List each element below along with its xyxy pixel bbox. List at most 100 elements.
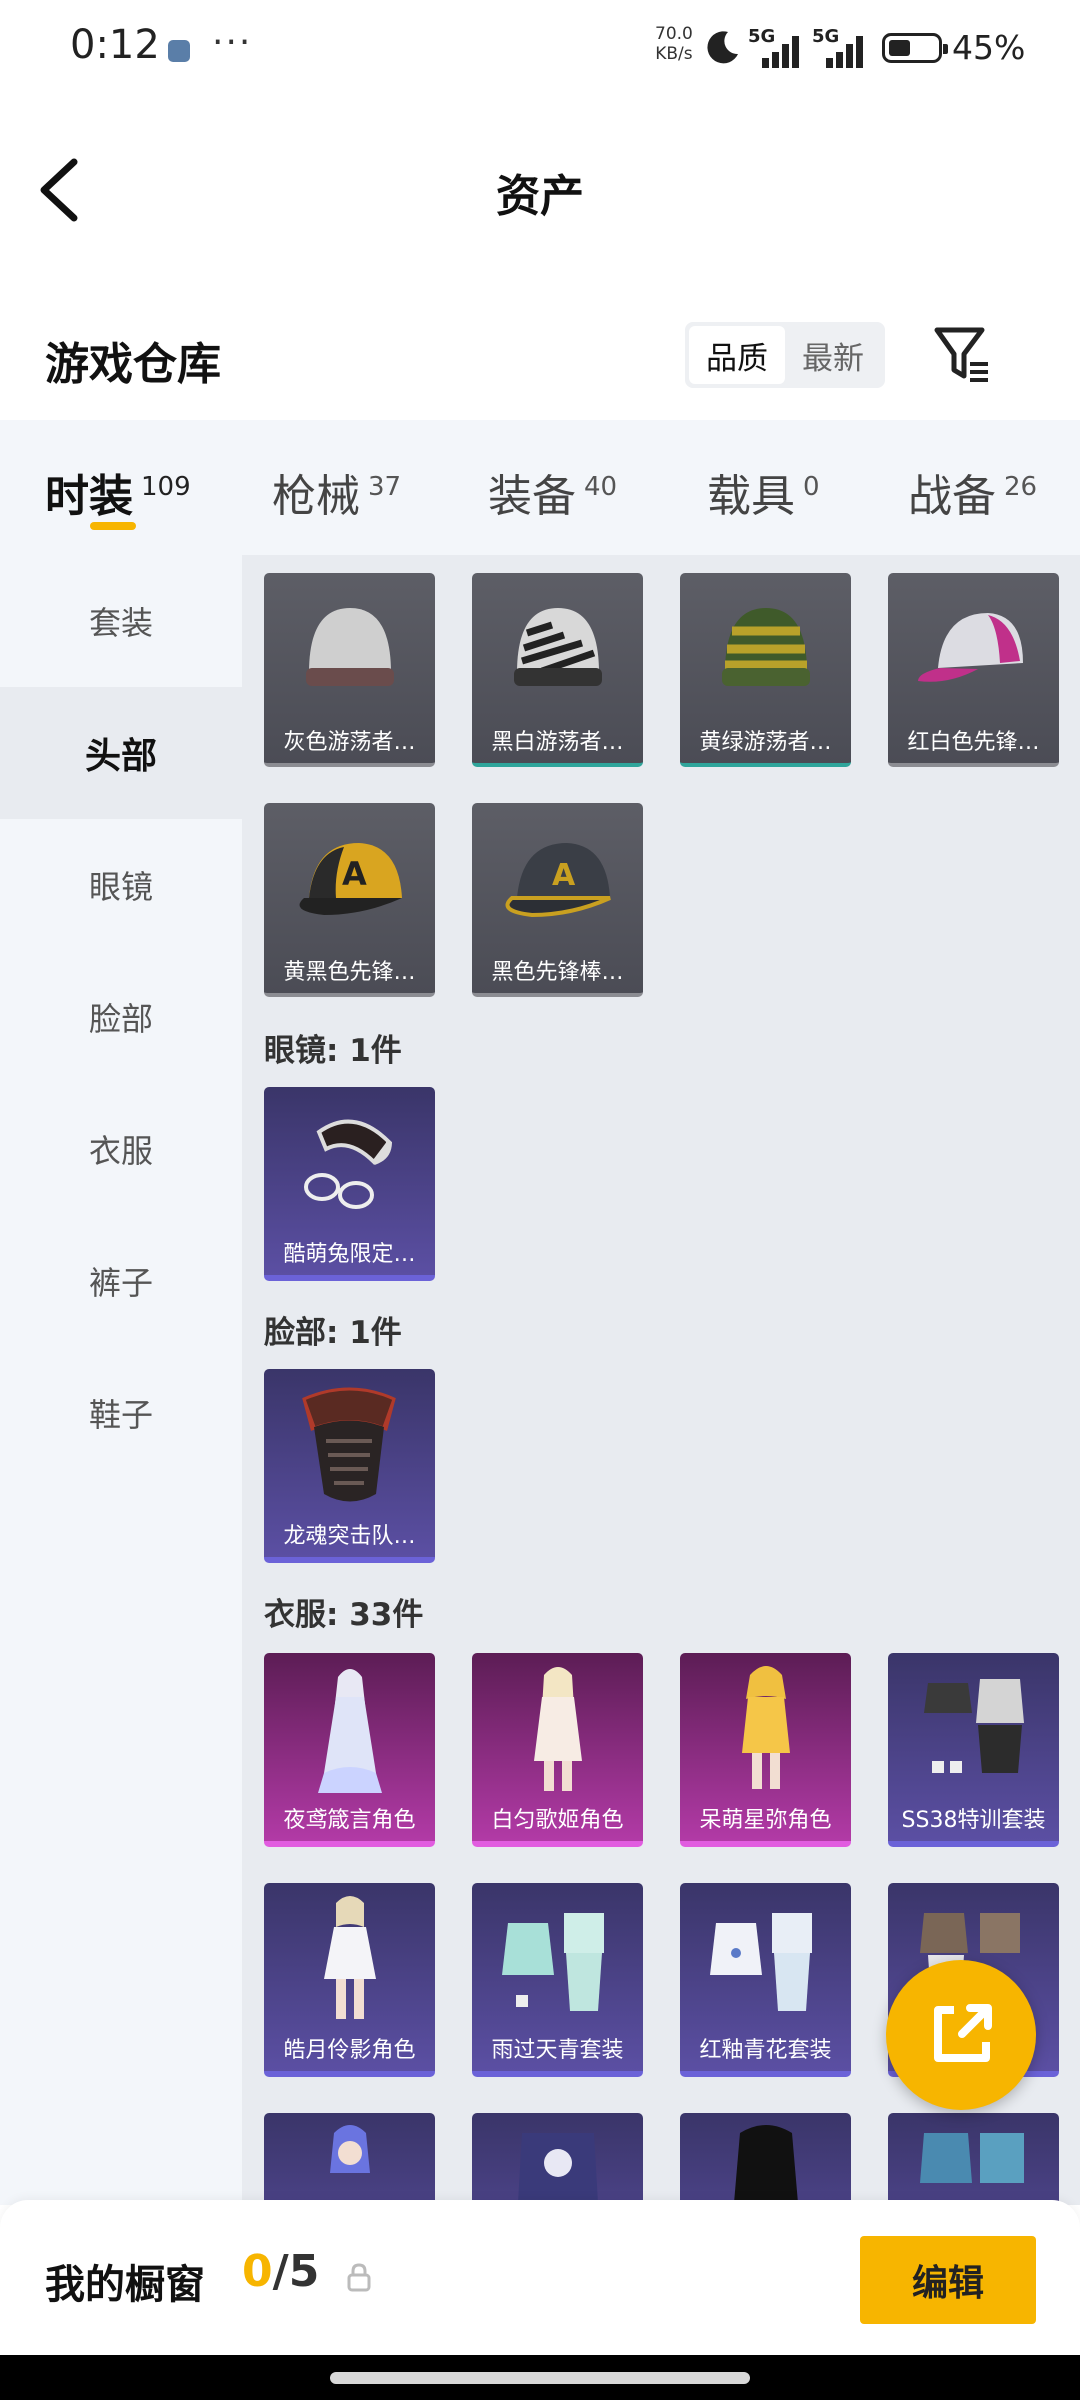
item-card[interactable]: 灰色游荡者…	[264, 573, 435, 767]
sort-by-quality[interactable]: 品质	[689, 326, 785, 384]
tab-fashion[interactable]: 时装 109	[45, 460, 191, 524]
outfit-icon	[734, 2125, 798, 2203]
item-name: 雨过天青套装	[491, 2038, 624, 2063]
svg-text:A: A	[552, 858, 576, 893]
more-notifications-icon: ···	[212, 22, 253, 63]
edit-button[interactable]: 编辑	[860, 2236, 1036, 2324]
character-icon	[742, 1666, 790, 1789]
item-card[interactable]: 红釉青花套装	[680, 1883, 851, 2077]
tab-vehicles[interactable]: 载具 0	[707, 460, 820, 524]
item-name: 灰色游荡者…	[283, 730, 416, 755]
section-title-glasses: 眼镜: 1件	[264, 1033, 402, 1069]
item-name: 红釉青花套装	[699, 2038, 832, 2063]
tab-count: 37	[368, 472, 402, 503]
network-speed-value: 70.0	[655, 24, 693, 44]
item-card[interactable]: 酷萌兔限定…	[264, 1087, 435, 1281]
svg-text:A: A	[342, 855, 367, 893]
warehouse-title: 游戏仓库	[45, 339, 221, 390]
item-card[interactable]: 白匀歌姬角色	[472, 1653, 643, 1847]
goggles-icon	[304, 1119, 392, 1209]
home-gesture-handle[interactable]	[330, 2372, 750, 2384]
sort-by-newest[interactable]: 最新	[785, 326, 881, 384]
sidebar-item-face[interactable]: 脸部	[0, 951, 242, 1083]
sidebar-item-clothes[interactable]: 衣服	[0, 1083, 242, 1215]
tab-label: 载具	[707, 471, 795, 522]
cap-icon: A	[299, 843, 402, 915]
item-card[interactable]: 皓月伶影角色	[264, 1883, 435, 2077]
outfit-icon	[710, 1913, 812, 2011]
item-card[interactable]: SS38特训套装	[888, 1653, 1059, 1847]
item-card[interactable]: 红白色先锋…	[888, 573, 1059, 767]
tab-supplies[interactable]: 战备 26	[908, 460, 1037, 524]
item-name: 皓月伶影角色	[283, 2038, 416, 2063]
beanie-icon	[514, 608, 602, 686]
item-name: 黄绿游荡者…	[699, 730, 832, 755]
item-card[interactable]: 龙魂突击队…	[264, 1369, 435, 1563]
page-title: 资产	[496, 171, 584, 222]
lock-icon	[347, 2263, 371, 2292]
filter-button[interactable]	[932, 322, 994, 388]
battery-percent: 45%	[952, 28, 1026, 67]
outfit-icon	[924, 1679, 1024, 1773]
sidebar-item-shoes[interactable]: 鞋子	[0, 1347, 242, 1479]
sidebar: 套装 头部 眼镜 脸部 衣服 裤子 鞋子	[0, 555, 242, 2205]
item-card[interactable]	[472, 2113, 643, 2205]
item-card[interactable]: A 黑色先锋棒…	[472, 803, 643, 997]
showcase-bar: 我的橱窗 0/5 编辑	[0, 2200, 1080, 2355]
sidebar-item-suits[interactable]: 套装	[0, 555, 242, 687]
tab-count: 40	[584, 472, 618, 503]
cap-icon: A	[505, 843, 611, 918]
sort-toggle: 品质 最新	[685, 322, 885, 388]
character-icon	[324, 1896, 376, 2019]
item-name: 白匀歌姬角色	[491, 1808, 624, 1833]
item-card[interactable]: 黄绿游荡者…	[680, 573, 851, 767]
sidebar-item-pants[interactable]: 裤子	[0, 1215, 242, 1347]
signal-icon: 5G	[748, 26, 806, 68]
tab-guns[interactable]: 枪械 37	[272, 460, 401, 524]
section-title-clothes: 衣服: 33件	[264, 1597, 424, 1633]
character-icon	[330, 2125, 370, 2173]
item-card[interactable]	[680, 2113, 851, 2205]
beanie-icon	[306, 608, 394, 686]
tab-equipment[interactable]: 装备 40	[488, 460, 617, 524]
item-name: 黄黑色先锋…	[283, 960, 416, 985]
item-name: 黑白游荡者…	[491, 730, 624, 755]
tiktok-notification-icon	[168, 40, 190, 62]
showcase-title: 我的橱窗	[45, 2262, 205, 2308]
item-name: 黑色先锋棒…	[491, 960, 624, 985]
signal-icon: 5G	[812, 26, 870, 68]
tab-label: 枪械	[272, 471, 360, 522]
active-tab-indicator	[90, 522, 136, 530]
item-card[interactable]: A 黄黑色先锋…	[264, 803, 435, 997]
filter-icon	[934, 327, 988, 382]
item-card[interactable]	[888, 2113, 1059, 2205]
item-card[interactable]	[264, 2113, 435, 2205]
tab-label: 战备	[908, 471, 996, 522]
tab-label: 时装	[45, 471, 133, 522]
character-icon	[318, 1669, 382, 1793]
tab-count: 109	[141, 472, 191, 503]
share-icon	[934, 2004, 992, 2062]
status-time: 0:12	[70, 22, 160, 68]
item-card[interactable]: 雨过天青套装	[472, 1883, 643, 2077]
cap-icon	[918, 613, 1023, 682]
item-card[interactable]: 呆萌星弥角色	[680, 1653, 851, 1847]
item-card[interactable]: 黑白游荡者…	[472, 573, 643, 767]
battery-icon	[882, 33, 948, 63]
do-not-disturb-moon-icon	[707, 31, 738, 64]
item-card[interactable]: 夜鸢箴言角色	[264, 1653, 435, 1847]
network-speed-unit: KB/s	[655, 44, 693, 64]
system-navigation-bar	[0, 2355, 1080, 2400]
outfit-icon	[920, 2133, 1024, 2183]
character-icon	[534, 1667, 582, 1791]
item-name: 酷萌兔限定…	[283, 1242, 416, 1267]
sidebar-item-glasses[interactable]: 眼镜	[0, 819, 242, 951]
status-bar: 0:12 ··· 70.0 KB/s 5G 5G 45%	[0, 0, 1080, 100]
showcase-count: 0/5	[242, 2246, 319, 2297]
sidebar-item-head[interactable]: 头部	[0, 687, 242, 819]
item-name: 龙魂突击队…	[283, 1524, 416, 1549]
share-button[interactable]	[886, 1960, 1036, 2110]
tab-count: 26	[1004, 472, 1038, 503]
beanie-icon	[722, 608, 810, 686]
item-grid: 灰色游荡者… 黑白游荡者… 黄绿游荡者… 红白色先锋… A 黄黑色先锋… A 黑…	[242, 555, 1080, 2205]
